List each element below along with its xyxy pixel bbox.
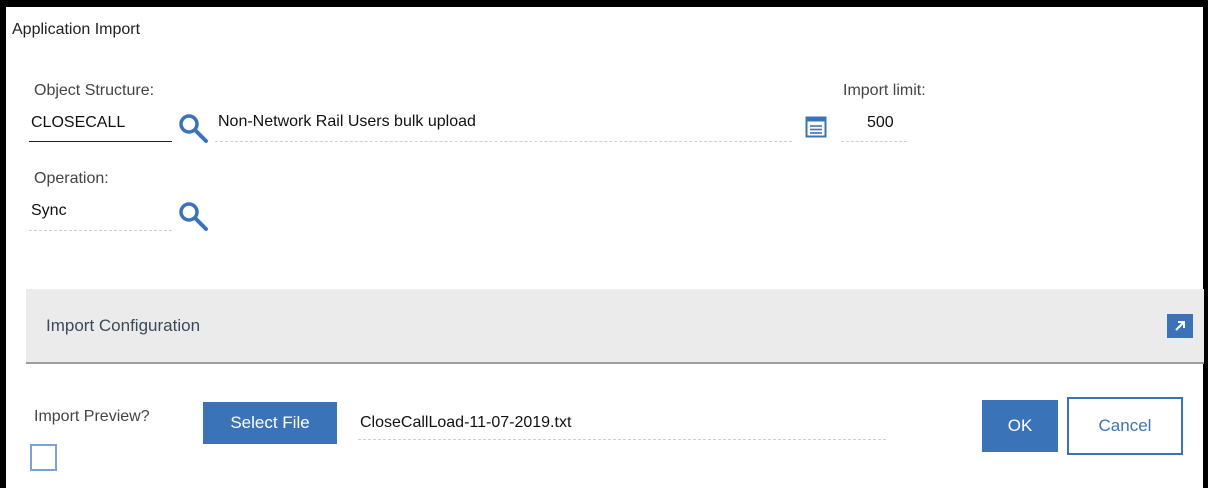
description-underline — [215, 141, 792, 142]
object-structure-description: Non-Network Rail Users bulk upload — [218, 113, 476, 130]
window-frame-left — [0, 0, 6, 488]
selected-filename: CloseCallLoad-11-07-2019.txt — [360, 414, 572, 431]
import-limit-label: Import limit: — [843, 82, 926, 99]
import-limit-underline — [841, 141, 907, 142]
import-preview-label: Import Preview? — [34, 408, 150, 425]
select-file-button[interactable]: Select File — [203, 402, 337, 444]
object-structure-label: Object Structure: — [34, 82, 155, 99]
object-structure-underline — [29, 141, 172, 142]
filename-underline — [358, 439, 886, 440]
import-preview-checkbox[interactable] — [30, 444, 57, 471]
window-frame-right — [1203, 0, 1208, 488]
operation-underline — [29, 230, 172, 231]
search-icon[interactable] — [178, 113, 210, 145]
operation-input[interactable]: Sync — [31, 202, 67, 220]
operation-label: Operation: — [34, 170, 109, 187]
ok-button[interactable]: OK — [982, 400, 1058, 452]
expand-arrow-icon[interactable] — [1167, 314, 1193, 338]
expand-arrow-glyph — [1175, 321, 1185, 331]
cancel-button[interactable]: Cancel — [1067, 397, 1183, 455]
import-configuration-title: Import Configuration — [46, 316, 201, 335]
object-structure-input[interactable]: CLOSECALL — [31, 114, 125, 132]
window-frame-top — [0, 0, 1208, 7]
search-icon[interactable] — [178, 201, 210, 233]
document-icon[interactable] — [805, 116, 827, 138]
import-configuration-section[interactable]: Import Configuration — [26, 289, 1204, 364]
import-limit-input[interactable]: 500 — [867, 114, 894, 132]
dialog-title: Application Import — [12, 21, 141, 38]
